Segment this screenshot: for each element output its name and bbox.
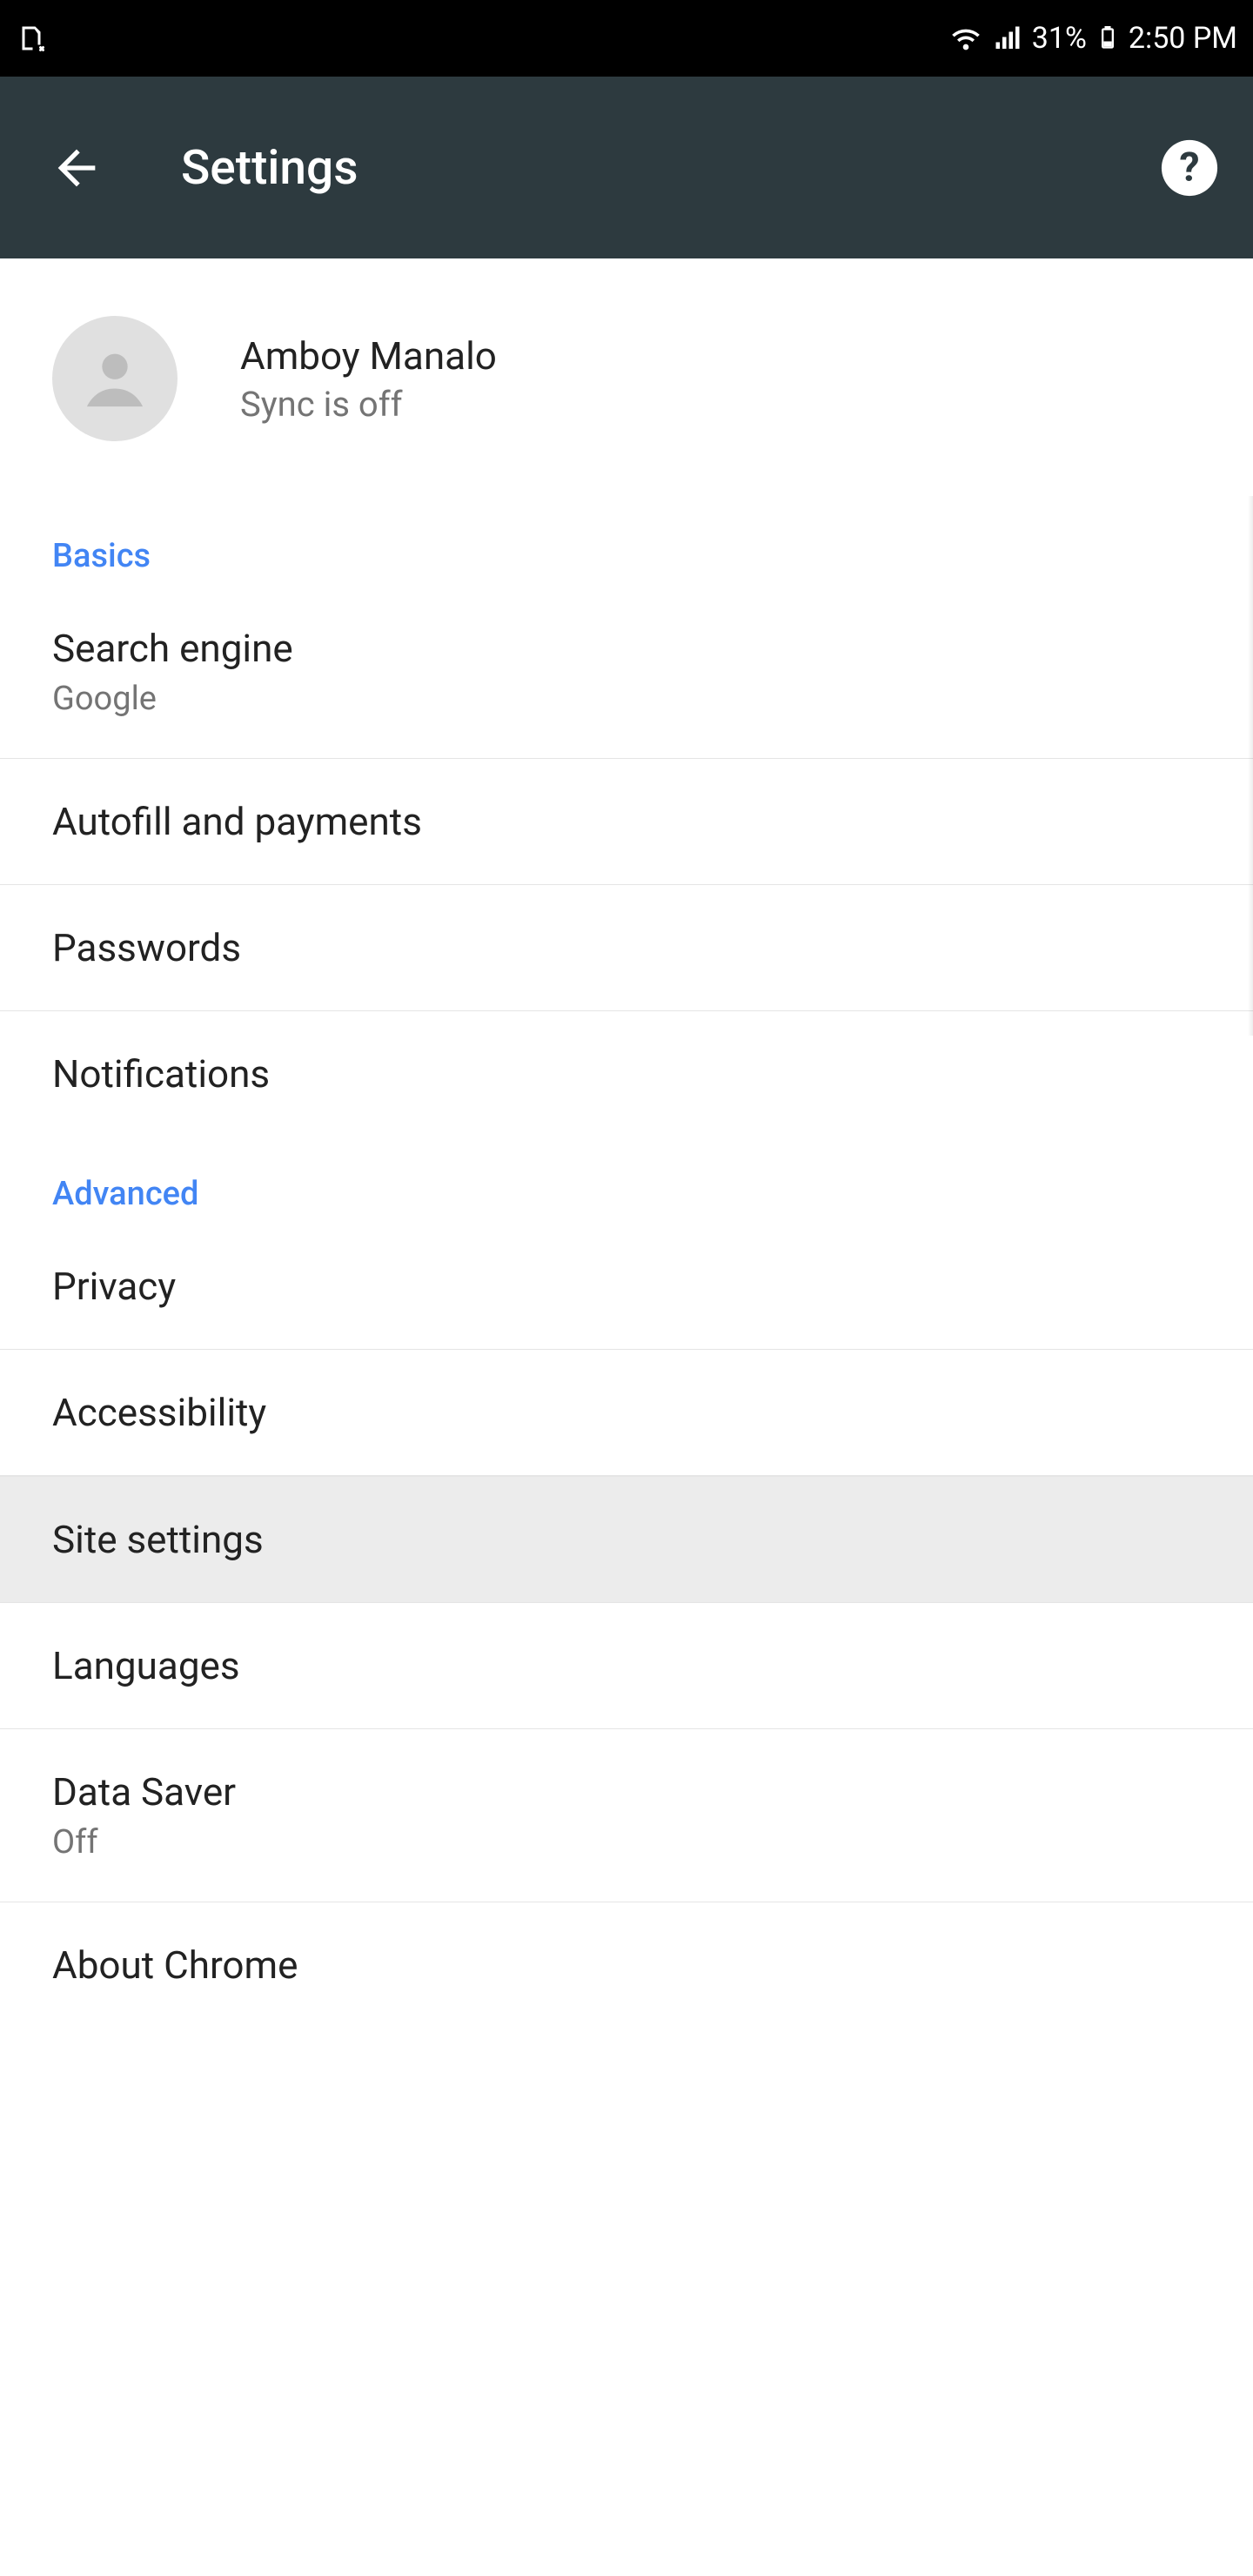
help-icon: ? (1159, 138, 1220, 198)
battery-percent: 31% (1032, 21, 1087, 56)
item-languages[interactable]: Languages (0, 1603, 1253, 1729)
account-name: Amboy Manalo (240, 333, 497, 379)
item-title: Site settings (52, 1517, 1201, 1562)
item-autofill-payments[interactable]: Autofill and payments (0, 759, 1253, 885)
back-button[interactable] (33, 124, 120, 211)
item-sub: Off (52, 1823, 1201, 1862)
clock: 2:50 PM (1129, 21, 1237, 56)
battery-icon (1096, 21, 1120, 56)
account-text: Amboy Manalo Sync is off (240, 333, 497, 425)
item-title: Accessibility (52, 1390, 1201, 1435)
settings-content: Amboy Manalo Sync is off Basics Search e… (0, 258, 1253, 2028)
item-data-saver[interactable]: Data Saver Off (0, 1729, 1253, 1902)
item-title: Passwords (52, 925, 1201, 970)
help-button[interactable]: ? (1159, 138, 1220, 198)
item-about-chrome[interactable]: About Chrome (0, 1902, 1253, 2028)
status-left (16, 23, 47, 54)
item-search-engine[interactable]: Search engine Google (0, 586, 1253, 759)
item-title: About Chrome (52, 1942, 1201, 1988)
item-privacy[interactable]: Privacy (0, 1224, 1253, 1350)
account-sync-status: Sync is off (240, 384, 497, 425)
person-icon (67, 331, 163, 426)
item-passwords[interactable]: Passwords (0, 885, 1253, 1011)
status-bar: 31% 2:50 PM (0, 0, 1253, 77)
account-row[interactable]: Amboy Manalo Sync is off (0, 258, 1253, 499)
item-title: Notifications (52, 1051, 1201, 1097)
item-title: Data Saver (52, 1769, 1201, 1815)
section-header-advanced: Advanced (0, 1137, 1253, 1224)
section-header-basics: Basics (0, 499, 1253, 586)
item-accessibility[interactable]: Accessibility (0, 1350, 1253, 1476)
back-arrow-icon (49, 140, 104, 196)
wifi-icon (948, 21, 983, 56)
item-notifications[interactable]: Notifications (0, 1011, 1253, 1137)
status-right: 31% 2:50 PM (948, 21, 1237, 56)
item-title: Search engine (52, 626, 1201, 671)
item-title: Privacy (52, 1264, 1201, 1309)
app-bar: Settings ? (0, 77, 1253, 258)
item-title: Autofill and payments (52, 799, 1201, 844)
item-sub: Google (52, 680, 1201, 718)
svg-text:?: ? (1179, 144, 1199, 191)
avatar (52, 316, 178, 441)
sim-error-icon (16, 23, 47, 54)
scroll-shadow (1248, 496, 1253, 1036)
item-title: Languages (52, 1643, 1201, 1688)
cell-signal-icon (992, 23, 1023, 54)
page-title: Settings (181, 140, 1159, 196)
item-site-settings[interactable]: Site settings (0, 1476, 1253, 1603)
